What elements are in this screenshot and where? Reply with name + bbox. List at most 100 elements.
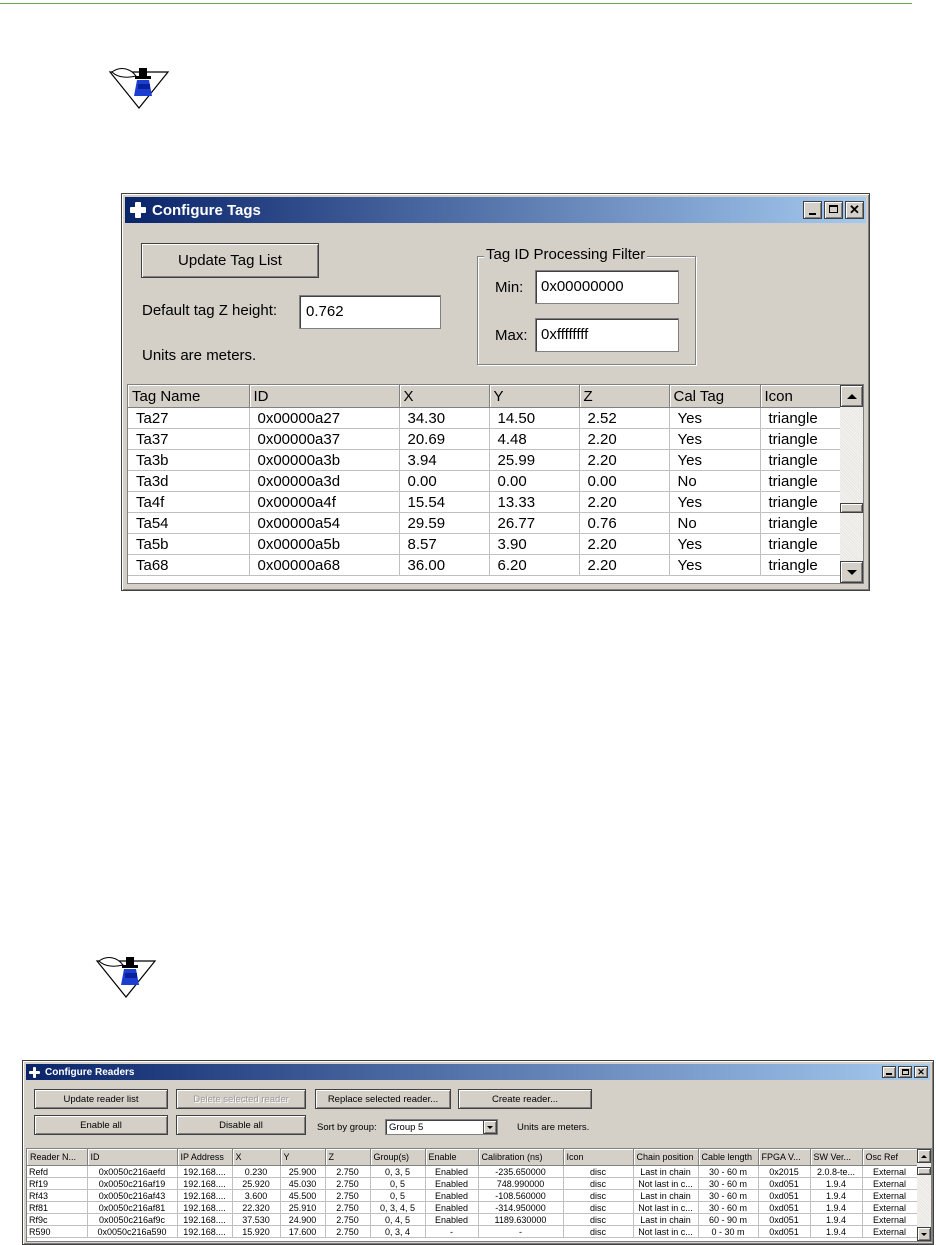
column-header[interactable]: Enable: [425, 1149, 479, 1166]
table-cell: disc: [563, 1165, 634, 1178]
table-cell: No: [669, 470, 761, 492]
column-header[interactable]: X: [399, 385, 490, 408]
disable-all-button[interactable]: Disable all: [176, 1115, 306, 1135]
delete-selected-reader-button[interactable]: Delete selected reader: [176, 1089, 306, 1109]
table-cell: Ta37: [128, 428, 250, 450]
column-header[interactable]: Cable length: [698, 1149, 759, 1166]
table-cell: 0x0050c216af9c: [87, 1213, 178, 1226]
table-cell: Rf9c: [27, 1213, 88, 1226]
maximize-button[interactable]: [824, 201, 843, 219]
min-id-input[interactable]: 0x00000000: [535, 270, 679, 304]
column-header[interactable]: ID: [249, 385, 400, 408]
table-cell: R590: [27, 1225, 88, 1238]
column-header[interactable]: Y: [280, 1149, 326, 1166]
table-row[interactable]: Ta5b 0x00000a5b 8.57 3.90 2.20 Yes triangle: [128, 533, 841, 555]
table-cell: triangle: [760, 533, 841, 555]
table-cell: 1.9.4: [810, 1189, 863, 1202]
table-cell: disc: [563, 1189, 634, 1202]
column-header[interactable]: Z: [579, 385, 670, 408]
table-cell: 2.20: [579, 533, 670, 555]
enable-all-button[interactable]: Enable all: [34, 1115, 168, 1135]
table-cell: 0x00000a54: [249, 512, 400, 534]
column-header[interactable]: Osc Ref: [862, 1149, 918, 1166]
table-cell: 13.33: [489, 491, 580, 513]
tag-table-scrollbar[interactable]: [840, 385, 863, 583]
update-reader-list-button[interactable]: Update reader list: [34, 1089, 168, 1109]
table-cell: 0.00: [399, 470, 490, 492]
table-row[interactable]: Ta3b 0x00000a3b 3.94 25.99 2.20 Yes triangle: [128, 449, 841, 471]
column-header[interactable]: Y: [489, 385, 580, 408]
table-cell: 45.500: [280, 1189, 326, 1202]
z-height-label: Default tag Z height:: [142, 302, 278, 319]
table-cell: 1.9.4: [810, 1213, 863, 1226]
scroll-down-button[interactable]: [917, 1227, 931, 1241]
table-cell: disc: [563, 1213, 634, 1226]
column-header[interactable]: X: [232, 1149, 281, 1166]
column-header[interactable]: ID: [87, 1149, 178, 1166]
column-header[interactable]: SW Ver...: [810, 1149, 863, 1166]
table-row[interactable]: Ta4f 0x00000a4f 15.54 13.33 2.20 Yes triangle: [128, 491, 841, 513]
table-cell: 2.750: [325, 1189, 371, 1202]
table-cell: 24.900: [280, 1213, 326, 1226]
column-header[interactable]: IP Address: [177, 1149, 233, 1166]
column-header[interactable]: Reader N...: [27, 1149, 88, 1166]
table-cell: 1.9.4: [810, 1225, 863, 1238]
column-header[interactable]: Icon: [563, 1149, 634, 1166]
table-cell: 192.168....: [177, 1213, 233, 1226]
update-tag-list-button[interactable]: Update Tag List: [141, 243, 319, 278]
table-cell: Ta3d: [128, 470, 250, 492]
window-title: Configure Tags: [152, 201, 261, 219]
reader-table-scrollbar[interactable]: [917, 1149, 931, 1241]
table-cell: 0x0050c216af81: [87, 1201, 178, 1214]
table-cell: External: [862, 1213, 918, 1226]
minimize-button[interactable]: [803, 201, 822, 219]
table-cell: External: [862, 1165, 918, 1178]
maximize-button[interactable]: [898, 1066, 912, 1078]
column-header[interactable]: Tag Name: [128, 385, 250, 408]
table-cell: triangle: [760, 407, 841, 429]
table-row[interactable]: R590 0x0050c216a590 192.168.... 15.920 17.60…: [27, 1225, 918, 1238]
table-row[interactable]: Ta27 0x00000a27 34.30 14.50 2.52 Yes triangle: [128, 407, 841, 429]
z-height-input[interactable]: 0.762: [299, 295, 441, 329]
table-cell: triangle: [760, 470, 841, 492]
minimize-button[interactable]: [882, 1066, 896, 1078]
column-header[interactable]: Cal Tag: [669, 385, 761, 408]
close-button[interactable]: ✕: [845, 201, 864, 219]
table-cell: 0, 4, 5: [370, 1213, 426, 1226]
table-cell: 0xd051: [758, 1213, 811, 1226]
replace-selected-reader-button[interactable]: Replace selected reader...: [315, 1089, 451, 1109]
table-cell: External: [862, 1201, 918, 1214]
column-header[interactable]: Chain position: [633, 1149, 699, 1166]
column-header[interactable]: Group(s): [370, 1149, 426, 1166]
table-cell: 0x00000a27: [249, 407, 400, 429]
table-row[interactable]: Rf43 0x0050c216af43 192.168.... 3.600 45.500…: [27, 1189, 918, 1202]
configure-readers-window: Configure Readers ✕ Update reader list D…: [22, 1060, 934, 1245]
table-cell: Enabled: [425, 1201, 479, 1214]
table-row[interactable]: Refd 0x0050c216aefd 192.168.... 0.230 25.900…: [27, 1165, 918, 1178]
scroll-up-button[interactable]: [917, 1149, 931, 1163]
table-cell: 2.20: [579, 491, 670, 513]
create-reader-button[interactable]: Create reader...: [458, 1089, 592, 1109]
scroll-thumb[interactable]: [840, 503, 863, 513]
table-row[interactable]: Ta3d 0x00000a3d 0.00 0.00 0.00 No triangle: [128, 470, 841, 492]
table-row[interactable]: Rf81 0x0050c216af81 192.168.... 22.320 25.91…: [27, 1201, 918, 1214]
table-row[interactable]: Ta37 0x00000a37 20.69 4.48 2.20 Yes triangle: [128, 428, 841, 450]
table-row[interactable]: Ta68 0x00000a68 36.00 6.20 2.20 Yes triangle: [128, 554, 841, 576]
close-button[interactable]: ✕: [914, 1066, 928, 1078]
sort-group-value: Group 5: [389, 1122, 424, 1133]
table-cell: 22.320: [232, 1201, 281, 1214]
column-header[interactable]: Calibration (ns): [478, 1149, 564, 1166]
table-row[interactable]: Ta54 0x00000a54 29.59 26.77 0.76 No triangle: [128, 512, 841, 534]
column-header[interactable]: FPGA V...: [758, 1149, 811, 1166]
column-header[interactable]: Icon: [760, 385, 841, 408]
scroll-up-button[interactable]: [840, 385, 863, 407]
scroll-thumb[interactable]: [917, 1167, 931, 1175]
sort-by-group-select[interactable]: Group 5: [385, 1119, 498, 1135]
max-id-input[interactable]: 0xffffffff: [535, 318, 679, 352]
column-header[interactable]: Z: [325, 1149, 371, 1166]
table-cell: triangle: [760, 491, 841, 513]
dropdown-button[interactable]: [483, 1120, 497, 1134]
table-row[interactable]: Rf19 0x0050c216af19 192.168.... 25.920 45.03…: [27, 1177, 918, 1190]
table-row[interactable]: Rf9c 0x0050c216af9c 192.168.... 37.530 24.90…: [27, 1213, 918, 1226]
scroll-down-button[interactable]: [840, 561, 863, 583]
